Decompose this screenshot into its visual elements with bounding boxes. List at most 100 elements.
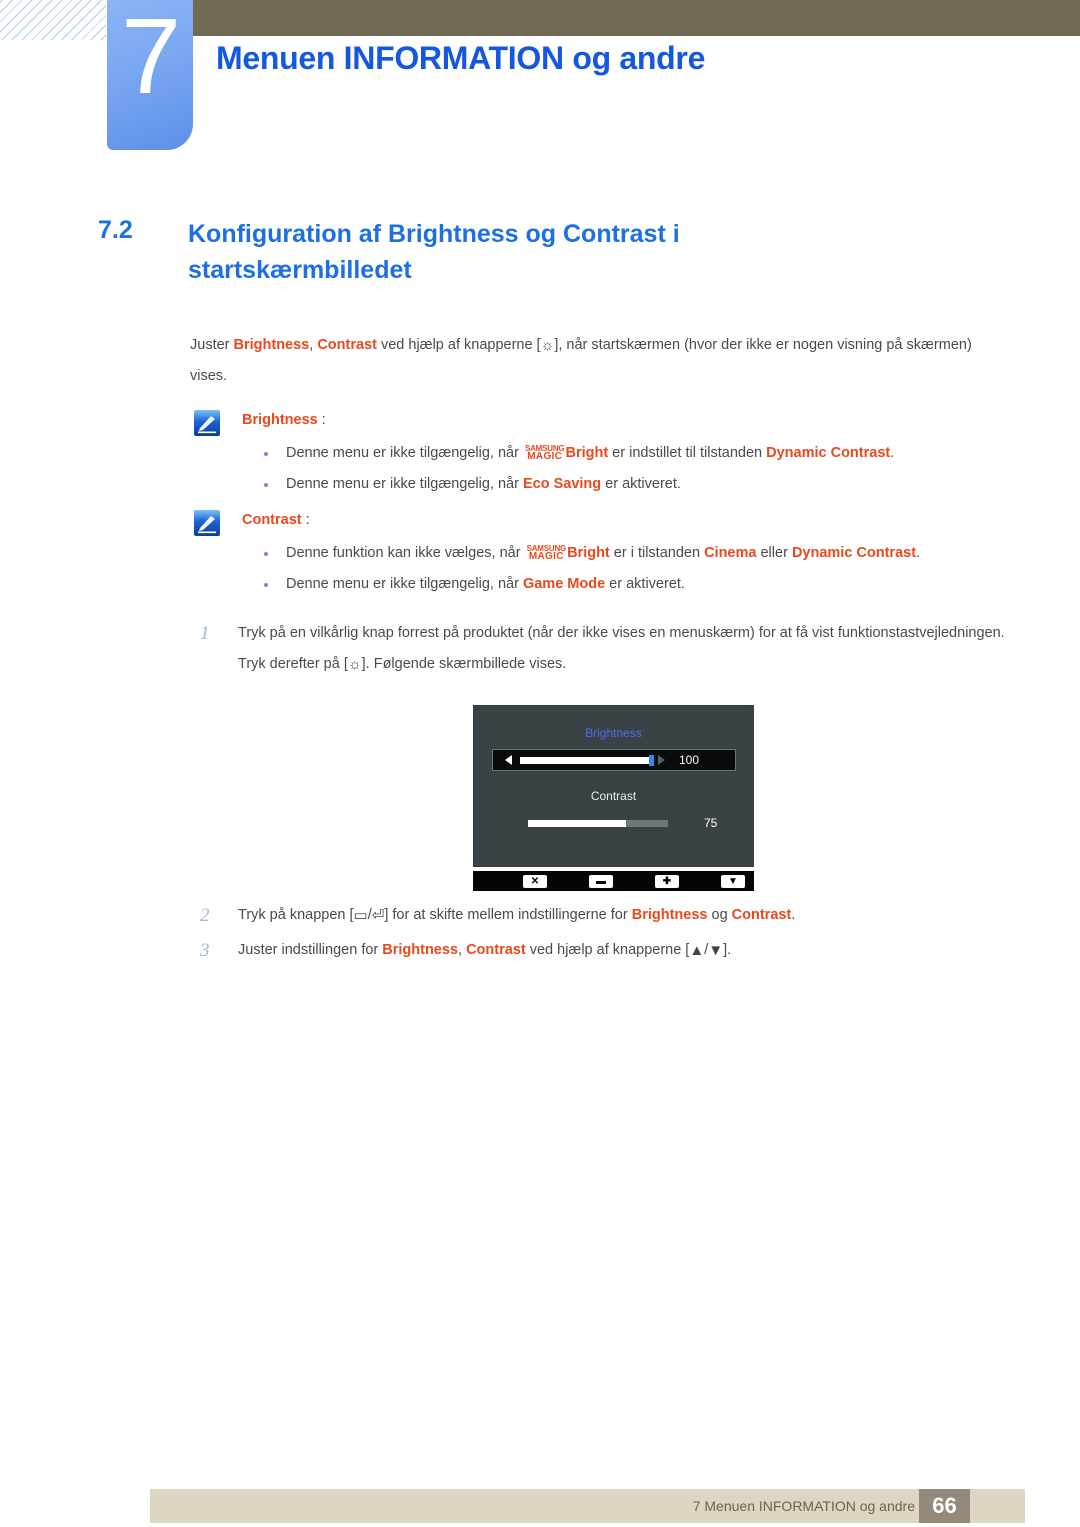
- step-text-a: Juster indstillingen for: [238, 942, 383, 958]
- step-3: 3 Juster indstillingen for Brightness, C…: [190, 935, 1010, 966]
- osd-screenshot: Brightness 100 Contrast 75 ✕ ▬ ✚ ▼: [473, 705, 754, 891]
- bullet-text-b: er indstillet til tilstanden: [608, 445, 767, 461]
- page-number-badge: 66: [919, 1489, 970, 1523]
- samsung-magic-logo: SAMSUNG MAGIC: [525, 445, 565, 463]
- step-keyword-contrast: Contrast: [731, 907, 792, 923]
- osd-contrast-bar[interactable]: [528, 819, 668, 827]
- osd-contrast-slider-row[interactable]: 75: [492, 816, 736, 830]
- note-bullet-list: Denne funktion kan ikke vælges, når SAMS…: [242, 538, 1010, 600]
- steps-list: 1 Tryk på en vilkårlig knap forrest på p…: [190, 618, 1010, 680]
- osd-plus-key-icon[interactable]: ✚: [655, 874, 679, 888]
- brightness-sun-icon: ☼: [347, 656, 362, 673]
- osd-contrast-label: Contrast: [590, 789, 637, 803]
- bullet-text-a: Denne funktion kan ikke vælges, når: [286, 545, 525, 561]
- osd-brightness-label: Brightness: [585, 726, 642, 740]
- list-item: Denne funktion kan ikke vælges, når SAMS…: [242, 538, 1010, 569]
- note-pen-icon: [194, 510, 220, 536]
- note-block-contrast: Contrast : Denne funktion kan ikke vælge…: [190, 506, 1010, 600]
- magic-logo-suffix: Bright: [565, 445, 609, 461]
- down-arrow-key-icon: ▼: [708, 942, 724, 959]
- page-footer: 7 Menuen INFORMATION og andre 66: [150, 1489, 1025, 1523]
- chapter-title: Menuen INFORMATION og andre: [216, 40, 706, 76]
- bullet-text-b: er i tilstanden: [609, 545, 705, 561]
- bullet-text-b2: eller: [756, 545, 792, 561]
- step-number: 2: [200, 905, 210, 926]
- bullet-text-c: er aktiveret.: [605, 576, 685, 592]
- up-arrow-key-icon: ▲: [689, 942, 705, 959]
- note-heading-colon: :: [305, 512, 310, 528]
- list-item: Denne menu er ikke tilgængelig, når Game…: [242, 569, 1010, 600]
- step-number: 1: [200, 623, 210, 644]
- note-pen-icon: [194, 410, 220, 436]
- bullet-text-a: Denne menu er ikke tilgængelig, når: [286, 576, 523, 592]
- bullet-keyword: Game Mode: [522, 576, 606, 592]
- osd-minus-key-icon[interactable]: ▬: [589, 874, 613, 888]
- step-text: Tryk på knappen [▭/⏎] for at skifte mell…: [238, 900, 1010, 931]
- intro-keyword-contrast: Contrast: [317, 337, 377, 353]
- osd-key-guide-bar: ✕ ▬ ✚ ▼: [473, 871, 754, 891]
- osd-contrast-fill: [528, 819, 626, 827]
- step-keyword-brightness: Brightness: [631, 907, 708, 923]
- note-heading: Contrast :: [242, 506, 1010, 534]
- chapter-number-badge: 7: [107, 0, 193, 150]
- osd-right-arrow-icon[interactable]: [658, 755, 665, 765]
- header-olive-bar: [193, 0, 1080, 36]
- bullet-keyword: Eco Saving: [522, 476, 602, 492]
- list-item: Denne menu er ikke tilgængelig, når Eco …: [242, 469, 1010, 500]
- osd-close-key-icon[interactable]: ✕: [523, 874, 547, 888]
- osd-contrast-value: 75: [704, 816, 718, 830]
- step-text: Juster indstillingen for Brightness, Con…: [238, 935, 1010, 966]
- note-heading-colon: :: [321, 412, 326, 428]
- brightness-sun-icon: ☼: [540, 337, 555, 354]
- intro-text-c: ved hjælp af knapperne [: [376, 337, 541, 353]
- step-keyword-brightness: Brightness: [382, 942, 459, 958]
- osd-down-key-icon[interactable]: ▼: [721, 874, 745, 888]
- note-heading-text: Contrast: [242, 512, 302, 528]
- section-heading: 7.2 Konfiguration af Brightness og Contr…: [98, 216, 858, 288]
- section-title: Konfiguration af Brightness og Contrast …: [188, 220, 680, 284]
- note-heading-text: Brightness: [242, 412, 318, 428]
- intro-text-a: Juster: [190, 337, 234, 353]
- osd-brightness-bar[interactable]: [520, 754, 654, 766]
- bullet-text-a: Denne menu er ikke tilgængelig, når: [286, 445, 523, 461]
- step-text-b: ,: [458, 942, 467, 958]
- header-stripe-pattern: [0, 0, 106, 40]
- step-text: Tryk på en vilkårlig knap forrest på pro…: [238, 618, 1010, 680]
- step-text-d: ].: [723, 942, 732, 958]
- samsung-magic-logo: SAMSUNG MAGIC: [527, 545, 567, 563]
- osd-brightness-value: 100: [679, 753, 700, 767]
- footer-chapter-text: 7 Menuen INFORMATION og andre: [692, 1498, 915, 1514]
- step-text-b: ]. Følgende skærmbillede vises.: [361, 656, 567, 672]
- step-text-c: og: [707, 907, 732, 923]
- osd-brightness-slider-row[interactable]: 100: [492, 749, 736, 771]
- note-bullet-list: Denne menu er ikke tilgængelig, når SAMS…: [242, 438, 1010, 500]
- bullet-keyword: Dynamic Contrast: [766, 445, 891, 461]
- step-text-a: Tryk på knappen [: [238, 907, 354, 923]
- note-heading: Brightness :: [242, 406, 1010, 434]
- bullet-text-c: er aktiveret.: [601, 476, 681, 492]
- page-content: Juster Brightness, Contrast ved hjælp af…: [190, 330, 1010, 684]
- intro-paragraph: Juster Brightness, Contrast ved hjælp af…: [190, 330, 1010, 392]
- bullet-text-c: .: [890, 445, 895, 461]
- step-1: 1 Tryk på en vilkårlig knap forrest på p…: [190, 618, 1010, 680]
- step-text-c: ved hjælp af knapperne [: [525, 942, 690, 958]
- step-text-d: .: [791, 907, 796, 923]
- list-item: Denne menu er ikke tilgængelig, når SAMS…: [242, 438, 1010, 469]
- osd-left-arrow-icon[interactable]: [505, 755, 512, 765]
- bullet-keyword: Cinema: [704, 545, 757, 561]
- magic-logo-bottom: MAGIC: [527, 451, 563, 463]
- osd-brightness-thumb[interactable]: [649, 754, 654, 766]
- step-number: 3: [200, 940, 210, 961]
- bullet-keyword-2: Dynamic Contrast: [791, 545, 917, 561]
- steps-after-image: 2 Tryk på knappen [▭/⏎] for at skifte me…: [190, 900, 1010, 970]
- note-block-brightness: Brightness : Denne menu er ikke tilgænge…: [190, 406, 1010, 500]
- step-text-b: ] for at skifte mellem indstillingerne f…: [384, 907, 632, 923]
- menu-key-icon: ▭: [353, 907, 368, 924]
- intro-keyword-brightness: Brightness: [233, 337, 310, 353]
- bullet-text-a: Denne menu er ikke tilgængelig, når: [286, 476, 523, 492]
- step-2: 2 Tryk på knappen [▭/⏎] for at skifte me…: [190, 900, 1010, 931]
- magic-logo-suffix: Bright: [567, 545, 610, 561]
- magic-logo-bottom: MAGIC: [528, 551, 564, 563]
- bullet-text-c: .: [916, 545, 921, 561]
- enter-key-icon: ⏎: [371, 907, 385, 924]
